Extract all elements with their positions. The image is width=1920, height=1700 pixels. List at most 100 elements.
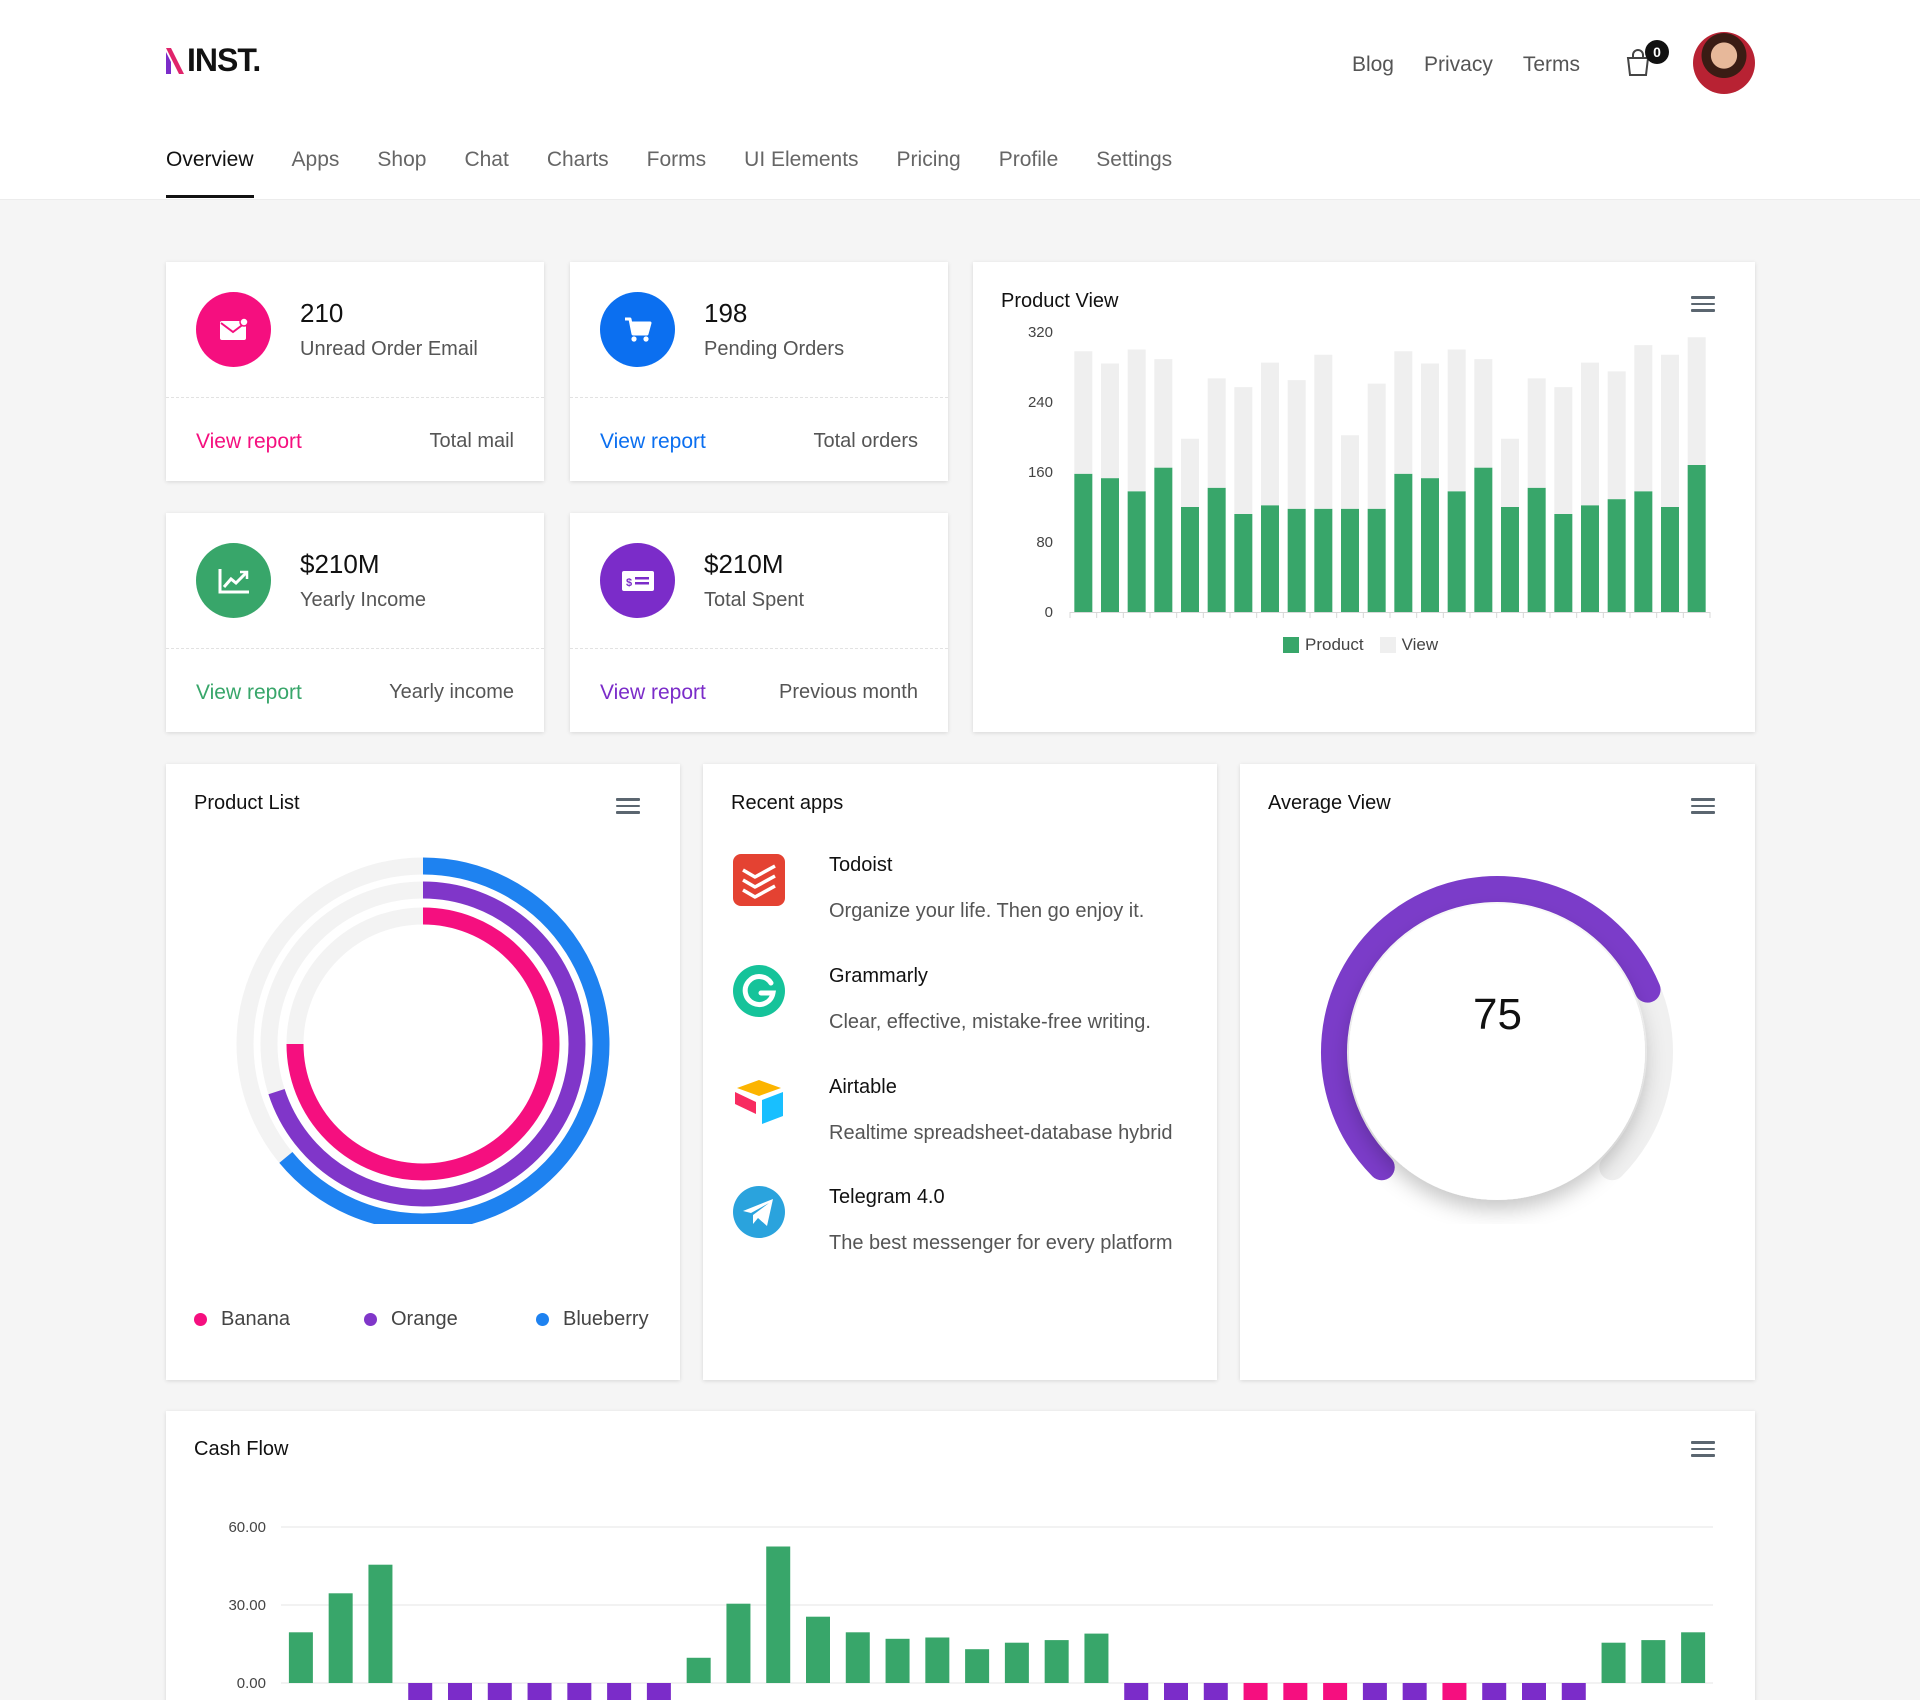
legend-label: Orange [391, 1308, 458, 1330]
inflow-bar [1601, 1642, 1626, 1683]
user-avatar[interactable] [1693, 32, 1755, 94]
view-bar [1421, 363, 1439, 479]
view-bar [1634, 345, 1653, 492]
view-report-link[interactable]: View report [196, 681, 302, 705]
inflow-bar [1641, 1640, 1666, 1683]
stat-note: Previous month [779, 681, 918, 703]
view-bar [1474, 359, 1493, 468]
legend-label-product[interactable]: Product [1305, 635, 1364, 655]
legend-label-view[interactable]: View [1402, 635, 1439, 655]
y-tick-label: 320 [1028, 324, 1053, 341]
product-bar [1607, 499, 1626, 612]
stat-label: Pending Orders [704, 338, 845, 360]
svg-text:$: $ [626, 577, 632, 589]
nav-chat[interactable]: Chat [464, 148, 508, 198]
view-bar [1261, 362, 1279, 506]
stat-note: Yearly income [389, 681, 514, 703]
app-item-airtable[interactable]: Airtable Realtime spreadsheet-database h… [731, 1074, 1191, 1164]
y-tick-label: 0 [1045, 604, 1053, 621]
nav-pricing[interactable]: Pricing [897, 148, 961, 198]
nav-ui-elements[interactable]: UI Elements [744, 148, 858, 198]
inflow-bar [806, 1616, 830, 1683]
inflow-bar [1004, 1642, 1029, 1683]
product-bar [1207, 487, 1226, 612]
outflow-bar [1164, 1683, 1188, 1700]
legend-item-banana[interactable]: Banana [194, 1308, 290, 1331]
brand-logo[interactable]: INST. [166, 42, 261, 79]
terms-link[interactable]: Terms [1523, 53, 1580, 77]
legend-swatch-view [1379, 637, 1396, 653]
inflow-bar [885, 1638, 910, 1683]
outflow-bar [527, 1683, 552, 1700]
product-list-radial-chart [236, 857, 610, 1224]
stat-label: Yearly Income [300, 589, 426, 611]
inflow-bar [1044, 1640, 1069, 1683]
inflow-bar [766, 1546, 791, 1683]
outflow-bar [1561, 1683, 1586, 1700]
nav-overview[interactable]: Overview [166, 148, 254, 198]
cart-icon [600, 292, 675, 367]
nav-settings[interactable]: Settings [1096, 148, 1172, 198]
inflow-bar [925, 1637, 950, 1683]
stat-card-total-spent: $ $210M Total Spent View report Previous… [570, 513, 948, 732]
inflow-bar [368, 1564, 393, 1683]
view-bar [1554, 387, 1573, 514]
app-description: Organize your life. Then go enjoy it. [829, 900, 1145, 922]
stat-note: Total orders [813, 430, 919, 452]
app-name: Telegram 4.0 [829, 1186, 945, 1208]
nav-charts[interactable]: Charts [547, 148, 609, 198]
nav-forms[interactable]: Forms [647, 148, 707, 198]
y-tick-label: 30.00 [228, 1597, 266, 1614]
view-report-link[interactable]: View report [600, 430, 706, 454]
product-bar [1527, 487, 1546, 612]
product-bar [1687, 465, 1706, 612]
outflow-bar [487, 1683, 512, 1700]
legend-item-blueberry[interactable]: Blueberry [536, 1308, 649, 1331]
product-bar [1367, 508, 1386, 612]
view-bar [1207, 378, 1226, 488]
view-report-link[interactable]: View report [600, 681, 706, 705]
view-bar [1234, 387, 1253, 514]
app-item-grammarly[interactable]: Grammarly Clear, effective, mistake-free… [731, 963, 1191, 1053]
app-name: Airtable [829, 1076, 897, 1098]
app-item-todoist[interactable]: Todoist Organize your life. Then go enjo… [731, 852, 1191, 942]
outflow-bar [1482, 1683, 1507, 1700]
legend-item-orange[interactable]: Orange [364, 1308, 458, 1331]
average-view-card: Average View 75 [1240, 764, 1755, 1380]
stat-label: Total Spent [704, 589, 805, 611]
product-bar [1447, 491, 1466, 612]
telegram-icon [733, 1186, 785, 1238]
product-bar [1501, 507, 1519, 612]
trend-icon [196, 543, 271, 618]
app-description: The best messenger for every platform [829, 1232, 1173, 1254]
product-bar [1261, 505, 1279, 612]
product-bar [1234, 514, 1253, 612]
view-bar [1501, 438, 1519, 507]
top-bar: INST. Blog Privacy Terms 0 Overview Apps… [0, 0, 1920, 200]
privacy-link[interactable]: Privacy [1424, 53, 1493, 77]
gauge-center [1349, 904, 1645, 1200]
legend-swatch-product [1283, 637, 1299, 653]
view-bar [1127, 349, 1146, 492]
view-bar [1367, 383, 1386, 509]
outflow-bar [607, 1683, 632, 1700]
card-divider [570, 648, 948, 649]
outflow-bar [1283, 1683, 1308, 1700]
stat-value: $210M [704, 549, 784, 579]
nav-apps[interactable]: Apps [292, 148, 340, 198]
nav-profile[interactable]: Profile [999, 148, 1059, 198]
outflow-bar [1442, 1683, 1467, 1700]
view-report-link[interactable]: View report [196, 430, 302, 454]
menu-icon[interactable] [1691, 1441, 1715, 1457]
app-item-telegram[interactable]: Telegram 4.0 The best messenger for ever… [731, 1184, 1191, 1274]
blog-link[interactable]: Blog [1352, 53, 1394, 77]
legend-dot [364, 1313, 377, 1326]
stat-value: 198 [704, 298, 748, 328]
stat-note: Total mail [429, 430, 514, 452]
nav-shop[interactable]: Shop [377, 148, 426, 198]
legend-label: Blueberry [563, 1308, 649, 1330]
chart-legend: Product View [1283, 635, 1438, 655]
product-bar [1341, 508, 1359, 612]
mail-icon [196, 292, 271, 367]
view-bar [1287, 380, 1306, 509]
